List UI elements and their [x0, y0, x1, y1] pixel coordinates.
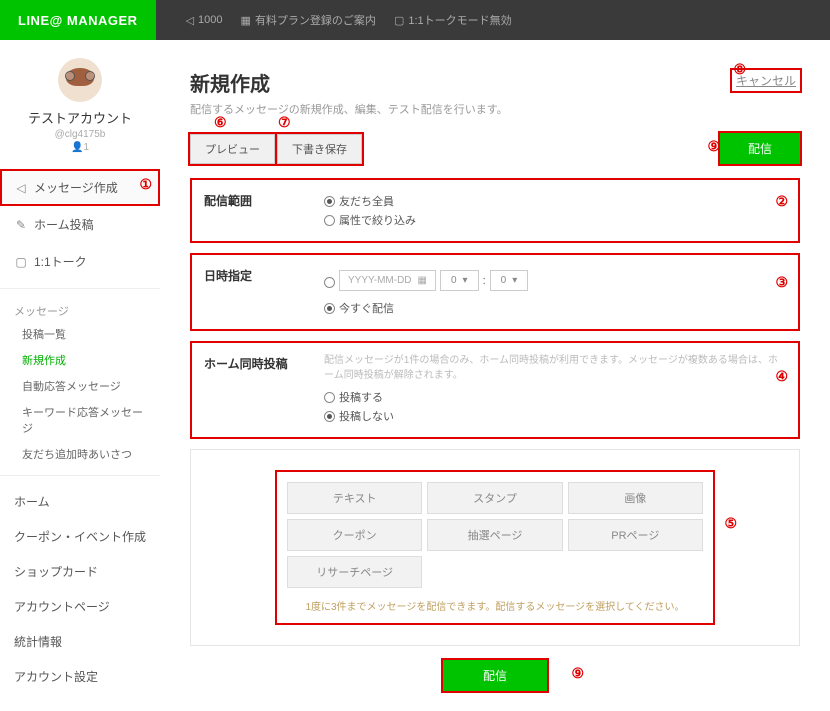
- annotation-3: ③: [775, 275, 788, 292]
- msg-note: 1度に3件までメッセージを配信できます。配信するメッセージを選択してください。: [287, 598, 703, 613]
- msg-type-research[interactable]: リサーチページ: [287, 556, 422, 588]
- logo: LINE@ MANAGER: [0, 13, 156, 28]
- minute-select[interactable]: 0▾: [490, 270, 529, 291]
- radio-icon: [324, 277, 335, 288]
- datetime-opt-schedule[interactable]: YYYY-MM-DD▦ 0▾ : 0▾: [324, 268, 786, 297]
- form-range: 配信範囲 友だち全員 属性で絞り込み ②: [190, 178, 800, 243]
- msg-type-coupon[interactable]: クーポン: [287, 519, 422, 551]
- home-post-label: ホーム同時投稿: [204, 353, 324, 427]
- msg-type-text[interactable]: テキスト: [287, 482, 422, 514]
- nav-one-one-talk[interactable]: ▢ 1:1トーク: [0, 243, 160, 280]
- sidebar-link-accountpage[interactable]: アカウントページ: [0, 589, 160, 624]
- sidebar-link-settings[interactable]: アカウント設定: [0, 659, 160, 694]
- annotation-9b: ⑨: [572, 666, 585, 683]
- datetime-label: 日時指定: [204, 265, 324, 319]
- form-home-post: ホーム同時投稿 配信メッセージが1件の場合のみ、ホーム同時投稿が利用できます。メ…: [190, 341, 800, 439]
- sidebar-item-post-list[interactable]: 投稿一覧: [0, 321, 160, 347]
- msg-type-lottery[interactable]: 抽選ページ: [427, 519, 562, 551]
- annotation-6: ⑥: [214, 115, 227, 132]
- annotation-9: ⑨: [707, 139, 720, 156]
- radio-icon: [324, 392, 335, 403]
- radio-icon: [324, 196, 335, 207]
- msg-type-stamp[interactable]: スタンプ: [427, 482, 562, 514]
- speaker-icon: ◁: [186, 14, 194, 27]
- chevron-down-icon: ▾: [463, 275, 468, 286]
- sidebar-link-stats[interactable]: 統計情報: [0, 624, 160, 659]
- section-message-title: メッセージ: [0, 297, 160, 321]
- draft-button[interactable]: 下書き保存: [277, 134, 362, 164]
- sidebar-link-coupon[interactable]: クーポン・イベント作成: [0, 519, 160, 554]
- chevron-down-icon: ▾: [512, 275, 517, 286]
- home-post-hint: 配信メッセージが1件の場合のみ、ホーム同時投稿が利用できます。メッセージが複数あ…: [324, 353, 786, 383]
- message-type-panel: テキスト スタンプ 画像 クーポン 抽選ページ PRページ リサーチページ 1度…: [190, 449, 800, 646]
- header: LINE@ MANAGER ◁ 1000 ▦ 有料プラン登録のご案内 ▢ 1:1…: [0, 0, 830, 40]
- sidebar-link-home[interactable]: ホーム: [0, 484, 160, 519]
- sidebar-item-new-create[interactable]: 新規作成: [0, 347, 160, 373]
- preview-button[interactable]: プレビュー: [190, 134, 275, 164]
- sidebar: テストアカウント @clg4175b 👤1 ◁ メッセージ作成 ① ✎ ホーム投…: [0, 40, 160, 711]
- range-label: 配信範囲: [204, 190, 324, 231]
- radio-icon: [324, 215, 335, 226]
- account-block: テストアカウント @clg4175b 👤1: [0, 58, 160, 153]
- header-bar: ◁ 1000 ▦ 有料プラン登録のご案内 ▢ 1:1トークモード無効: [156, 0, 830, 40]
- msg-type-pr[interactable]: PRページ: [568, 519, 703, 551]
- annotation-7: ⑦: [278, 115, 291, 132]
- header-points: ◁ 1000: [186, 14, 223, 27]
- hour-select[interactable]: 0▾: [440, 270, 479, 291]
- account-friends: 👤1: [0, 142, 160, 153]
- annotation-1: ①: [139, 177, 152, 194]
- person-icon: 👤: [71, 142, 83, 153]
- date-input[interactable]: YYYY-MM-DD▦: [339, 270, 436, 291]
- account-id: @clg4175b: [0, 129, 160, 140]
- form-datetime: 日時指定 YYYY-MM-DD▦ 0▾ : 0▾ 今すぐ配信 ③: [190, 253, 800, 331]
- sidebar-item-auto-reply[interactable]: 自動応答メッセージ: [0, 373, 160, 399]
- sidebar-link-shopcard[interactable]: ショップカード: [0, 554, 160, 589]
- chat-icon: ▢: [394, 14, 404, 27]
- account-name: テストアカウント: [0, 108, 160, 127]
- sidebar-item-greeting[interactable]: 友だち追加時あいさつ: [0, 441, 160, 467]
- avatar[interactable]: [58, 58, 102, 102]
- speaker-icon: ◁: [14, 181, 28, 195]
- home-post-opt-no[interactable]: 投稿しない: [324, 408, 786, 424]
- chat-icon: ▢: [14, 255, 28, 269]
- range-opt-all[interactable]: 友だち全員: [324, 193, 786, 209]
- header-talk-mode: ▢ 1:1トークモード無効: [394, 12, 512, 28]
- main-content: 新規作成 配信するメッセージの新規作成、編集、テスト配信を行います。 ⑧ キャン…: [160, 40, 830, 711]
- send-button-top[interactable]: 配信: [720, 133, 800, 164]
- datetime-opt-now[interactable]: 今すぐ配信: [324, 300, 786, 316]
- annotation-4: ④: [775, 369, 788, 386]
- page-title: 新規作成: [190, 68, 800, 97]
- sidebar-item-keyword-reply[interactable]: キーワード応答メッセージ: [0, 399, 160, 441]
- calendar-icon: ▦: [418, 275, 427, 286]
- cancel-link[interactable]: キャンセル: [732, 70, 800, 91]
- doc-icon: ▦: [241, 14, 251, 27]
- edit-icon: ✎: [14, 218, 28, 232]
- range-opt-filter[interactable]: 属性で絞り込み: [324, 212, 786, 228]
- radio-icon: [324, 303, 335, 314]
- nav-message-create[interactable]: ◁ メッセージ作成 ①: [0, 169, 160, 206]
- annotation-5: ⑤: [724, 516, 737, 533]
- header-plan-link[interactable]: ▦ 有料プラン登録のご案内: [241, 12, 376, 28]
- nav-home-post[interactable]: ✎ ホーム投稿: [0, 206, 160, 243]
- bottom-send-row: 配信 ⑨: [190, 660, 800, 691]
- radio-icon: [324, 411, 335, 422]
- annotation-2: ②: [775, 194, 788, 211]
- msg-type-image[interactable]: 画像: [568, 482, 703, 514]
- button-row: ⑥ ⑦ プレビュー 下書き保存 ⑨ 配信: [190, 133, 800, 164]
- home-post-opt-yes[interactable]: 投稿する: [324, 389, 786, 405]
- send-button-bottom[interactable]: 配信: [443, 660, 547, 691]
